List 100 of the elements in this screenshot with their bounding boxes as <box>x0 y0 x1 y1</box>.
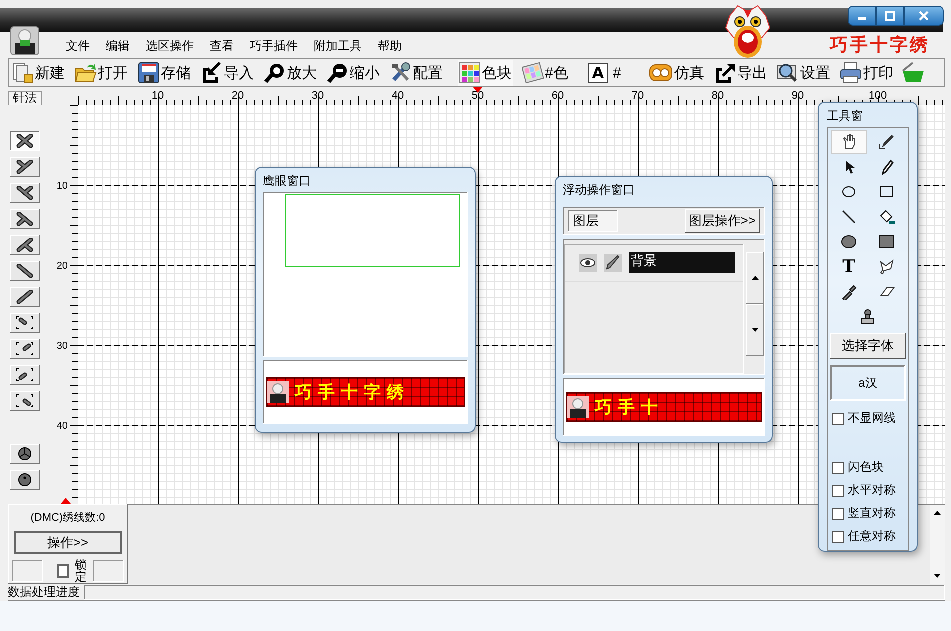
banner-text: 巧手十字绣 <box>294 382 410 404</box>
arrow-box-icon <box>714 62 736 84</box>
stitch-tool-button[interactable] <box>10 131 40 151</box>
checkbox-label[interactable]: 不显网线 <box>848 410 896 427</box>
toolbar-button[interactable]: #色 <box>521 60 570 86</box>
checkbox[interactable] <box>832 484 844 496</box>
document-icon <box>12 62 34 84</box>
checkbox[interactable] <box>832 530 844 542</box>
quarter-stitch-icon <box>15 394 35 408</box>
maximize-icon <box>885 11 895 21</box>
tool-button[interactable]: T <box>831 255 867 279</box>
zoom-out-icon <box>327 62 349 84</box>
filled-ellipse-icon <box>841 234 857 250</box>
scroll-down-button[interactable] <box>746 304 764 356</box>
arrow-box-icon <box>201 62 223 84</box>
layer-tab[interactable]: 图层 <box>568 210 618 232</box>
down-triangle-icon <box>934 574 941 578</box>
marker-icon <box>61 498 71 504</box>
input-field[interactable] <box>93 560 124 582</box>
ruler-label: 90 <box>792 90 804 102</box>
checkbox[interactable] <box>832 508 844 520</box>
half-stitch-icon <box>15 264 35 278</box>
rectangle-icon <box>879 184 895 200</box>
toolbar-button[interactable]: 仿真 <box>648 60 706 86</box>
paint-bucket-icon <box>879 209 895 225</box>
palette-icon <box>522 62 544 84</box>
wrench-icon <box>390 62 412 84</box>
up-triangle-icon <box>934 511 941 515</box>
toolbar-button[interactable]: 存储 <box>137 60 192 86</box>
menu-item[interactable]: 编辑 <box>106 38 130 58</box>
scroll-up-button[interactable] <box>746 252 764 304</box>
window-title: 鹰眼窗口 <box>263 174 312 190</box>
three-quarter-stitch-icon <box>15 212 35 226</box>
ellipse-icon <box>841 184 857 200</box>
menu-item[interactable]: 选区操作 <box>146 38 194 58</box>
ruler-label: 50 <box>472 90 484 102</box>
ruler-label: 10 <box>56 181 68 192</box>
layer-name[interactable]: 背景 <box>629 252 735 274</box>
cross-stitch-icon <box>15 134 35 148</box>
stamp-icon <box>860 309 876 325</box>
menu-item[interactable]: 帮助 <box>378 38 402 58</box>
menu-item[interactable]: 附加工具 <box>314 38 362 58</box>
maximize-button[interactable] <box>876 6 904 26</box>
color-grid-icon <box>459 62 481 84</box>
toolbar-button[interactable]: 配置 <box>389 60 444 86</box>
ruler-label: 60 <box>552 90 564 102</box>
input-field[interactable] <box>12 560 43 582</box>
ruler-label: 40 <box>392 90 404 102</box>
toolbar-button[interactable]: 导入 <box>200 60 255 86</box>
logo-icon <box>10 26 40 56</box>
font-preview: a汉 <box>830 365 906 401</box>
scrollbar[interactable] <box>930 504 945 584</box>
brush-icon <box>604 254 622 272</box>
menu-item[interactable]: 查看 <box>210 38 234 58</box>
three-quarter-stitch-icon <box>15 238 35 252</box>
toolbar-button[interactable]: 新建 <box>11 60 66 86</box>
menu-item[interactable]: 巧手插件 <box>250 38 298 58</box>
checkbox-label[interactable]: 闪色块 <box>848 459 884 476</box>
logo-icon <box>267 381 289 403</box>
lock-checkbox[interactable] <box>56 564 70 578</box>
three-quarter-stitch-icon <box>15 160 35 174</box>
stitch-label: 针法 <box>8 91 42 105</box>
magnifier-icon <box>777 62 800 84</box>
tool-button[interactable] <box>831 130 867 154</box>
checkbox[interactable] <box>832 412 844 424</box>
toolbar-button[interactable]: 色块 <box>458 60 513 86</box>
hand-icon <box>841 134 857 150</box>
minimize-button[interactable] <box>848 6 876 26</box>
toolbar-button[interactable]: 打开 <box>74 60 129 86</box>
font-button[interactable]: 选择字体 <box>830 333 906 359</box>
three-quarter-stitch-icon <box>15 186 35 200</box>
up-triangle-icon <box>752 276 758 280</box>
thread-count: (DMC)绣线数:0 <box>30 511 106 526</box>
pencil-icon <box>879 159 895 175</box>
lasso-icon <box>879 259 895 275</box>
checkbox-label[interactable]: 水平对称 <box>848 482 896 499</box>
checkbox-label[interactable]: 任意对称 <box>848 528 896 545</box>
progress-label: 数据处理进度 <box>8 584 80 600</box>
lock-label: 锁定 <box>75 559 88 583</box>
toolbar-button[interactable]: A # <box>587 60 622 86</box>
window-title: 工具窗 <box>827 109 864 123</box>
toolbar-button[interactable]: 打印 <box>839 60 894 86</box>
toolbar-button[interactable]: 设置 <box>776 60 832 86</box>
ruler-label: 40 <box>56 421 68 432</box>
banner-text: 巧手十 <box>594 396 664 419</box>
ruler-label: 30 <box>56 341 68 352</box>
operation-button[interactable]: 操作>> <box>14 531 122 554</box>
ruler-label: 80 <box>712 90 724 102</box>
quarter-stitch-icon <box>15 316 35 330</box>
toolbar-button[interactable]: 缩小 <box>326 60 381 86</box>
close-button[interactable] <box>904 6 944 26</box>
toolbar-button[interactable]: 导出 <box>713 60 768 86</box>
checkbox[interactable] <box>832 462 844 474</box>
lion-head-drawing <box>724 4 772 60</box>
menu-item[interactable]: 文件 <box>66 38 90 58</box>
ruler-label: 30 <box>312 90 324 102</box>
checkbox-label[interactable]: 竖直对称 <box>848 505 896 522</box>
toolbar-button[interactable]: 放大 <box>263 60 318 86</box>
ruler-label: 100 <box>868 90 888 102</box>
layer-actions-button[interactable]: 图层操作>> <box>684 208 760 233</box>
